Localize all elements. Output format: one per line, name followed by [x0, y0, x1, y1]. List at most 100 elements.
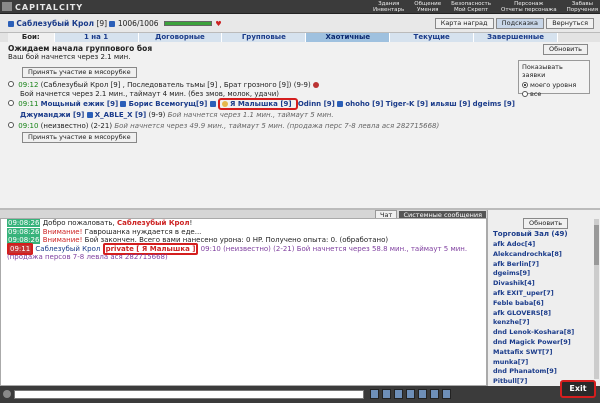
nav-item[interactable]: Мой Скрепт: [451, 7, 491, 13]
room-title: Торговый Зал (49): [493, 230, 568, 238]
nav-item[interactable]: Отчеты персонажа: [501, 7, 557, 13]
tab-chaotic[interactable]: Хаотичные: [306, 33, 391, 42]
rewards-map-button[interactable]: Карта наград: [434, 18, 494, 29]
skull-icon: [312, 82, 319, 88]
player-link[interactable]: Джуманджи [9]: [20, 111, 84, 119]
chat-input[interactable]: [14, 390, 364, 399]
player-link[interactable]: Борис Всемогущ[9]: [129, 100, 208, 108]
user-scrollbar[interactable]: [594, 219, 599, 379]
user-row[interactable]: dnd Phanatom[9]: [493, 367, 591, 377]
highlighted-player[interactable]: Я Малышка [9]: [217, 98, 298, 110]
clear-icon[interactable]: [382, 389, 391, 399]
main-content: Ожидаем начала группового боя Ваш бой на…: [0, 42, 600, 210]
user-row[interactable]: afk GLOVERS[8]: [493, 309, 591, 319]
player-link[interactable]: Odinn [9]: [298, 100, 335, 108]
nav-item[interactable]: Инвентарь: [373, 7, 404, 13]
player-link[interactable]: Мощьный ежик [9]: [41, 100, 119, 108]
player-hp: 1006/1006: [117, 19, 159, 28]
join-button-wrap-2: Принять участие в мясорубке: [22, 132, 137, 143]
user-row[interactable]: Alekcandrochka[8]: [493, 250, 591, 260]
user-row[interactable]: Mattafix SWT[7]: [493, 348, 591, 358]
sound-icon[interactable]: [406, 389, 415, 399]
clan-icon: [221, 101, 228, 107]
user-refresh-wrap: Обновить: [523, 218, 569, 229]
chat-line: 09:08:26 Добро пожаловать, Саблезубый Кр…: [7, 219, 193, 227]
battle-request[interactable]: 09:12 (Саблезубый Крол [9] , Последовате…: [8, 81, 319, 90]
scroll-thumb[interactable]: [594, 225, 599, 265]
user-row[interactable]: afk Adoc[4]: [493, 240, 591, 250]
user-row[interactable]: dnd Lenok-Koshara[8]: [493, 328, 591, 338]
player-link[interactable]: dgeims [9]: [473, 100, 515, 108]
user-row[interactable]: Feble baba[6]: [493, 299, 591, 309]
filter-icon[interactable]: [394, 389, 403, 399]
tab-current[interactable]: Текущие: [390, 33, 475, 42]
user-row[interactable]: afk Berlin[7]: [493, 260, 591, 270]
await-title: Ожидаем начала группового боя: [8, 44, 153, 53]
info-icon[interactable]: [8, 21, 14, 27]
user-list: afk Adoc[4] Alekcandrochka[8] afk Berlin…: [493, 240, 591, 387]
join-button[interactable]: Принять участие в мясорубке: [22, 67, 137, 78]
info-icon[interactable]: [120, 101, 127, 107]
tab-finished[interactable]: Завершенные: [474, 33, 559, 42]
user-refresh-button[interactable]: Обновить: [523, 218, 569, 229]
battle-tabs: Бои: 1 на 1 Договорные Групповые Хаотичн…: [8, 33, 559, 42]
player-link[interactable]: ильяш [9]: [430, 100, 470, 108]
nav-item[interactable]: Поручения: [567, 7, 598, 13]
chat-line: 09:08:26 Внимание! Бой закончен. Всего в…: [7, 236, 389, 244]
filter-title: Показывать заявки: [522, 63, 563, 79]
radio-icon[interactable]: [522, 82, 528, 88]
radio-icon[interactable]: [522, 91, 528, 97]
radio-icon[interactable]: [8, 81, 14, 87]
player-name[interactable]: Саблезубый Крол: [16, 19, 94, 28]
player-header: Саблезубый Крол [9] 1006/1006 ♥: [8, 19, 222, 28]
user-row[interactable]: dnd Magick Power[9]: [493, 338, 591, 348]
filter-option-level[interactable]: моего уровня: [522, 81, 586, 89]
options-icon[interactable]: [442, 389, 451, 399]
tab-group[interactable]: Групповые: [222, 33, 307, 42]
radio-icon[interactable]: [8, 100, 14, 106]
return-button[interactable]: Вернуться: [546, 18, 594, 29]
battle-request[interactable]: 09:10 (неизвестно) (2-21) Бой начнется ч…: [8, 122, 439, 131]
settings-icon[interactable]: [3, 390, 11, 398]
player-link[interactable]: ohoho [9]: [345, 100, 383, 108]
tab-label: Бои:: [8, 33, 55, 42]
tab-contract[interactable]: Договорные: [138, 33, 223, 42]
top-bar: CAPITALCITY Здания Общение Безопасность …: [0, 0, 600, 14]
smile-icon[interactable]: [370, 389, 379, 399]
start-text: Ваш бой начнется через 2.1 мин.: [8, 53, 131, 61]
exit-button[interactable]: Exit: [560, 380, 596, 398]
radio-icon[interactable]: [8, 122, 14, 128]
history-icon[interactable]: [430, 389, 439, 399]
bottom-bar: [0, 386, 600, 403]
hp-bar: [163, 21, 212, 26]
battle-tabs-row: Бои: 1 на 1 Договорные Групповые Хаотичн…: [0, 33, 600, 42]
player-link[interactable]: X_ABLE_X [9]: [95, 111, 147, 119]
user-row[interactable]: dgeims[9]: [493, 269, 591, 279]
refresh-button[interactable]: Обновить: [542, 44, 588, 55]
translate-icon[interactable]: [418, 389, 427, 399]
player-level: [9]: [96, 19, 108, 28]
nav-item[interactable]: Умения: [414, 7, 441, 13]
refresh-button-wrap: Обновить: [542, 44, 588, 55]
player-link[interactable]: Tiger-K [9]: [386, 100, 428, 108]
heart-icon: ♥: [215, 20, 222, 28]
top-buttons: Карта наград Подсказка Вернуться: [434, 18, 594, 29]
tab-1v1[interactable]: 1 на 1: [54, 33, 139, 42]
battle-request[interactable]: 09:11 Мощьный ежик [9] Борис Всемогущ[9]…: [8, 98, 515, 110]
info-icon[interactable]: [209, 101, 216, 107]
user-row[interactable]: afk EXIT_uper[7]: [493, 289, 591, 299]
filter-option-all[interactable]: все: [522, 90, 586, 98]
info-icon[interactable]: [86, 112, 93, 118]
chat-area[interactable]: 09:08:26 Добро пожаловать, Саблезубый Кр…: [0, 218, 487, 386]
info-icon[interactable]: [337, 101, 344, 107]
user-row[interactable]: munka[7]: [493, 358, 591, 368]
join-button-wrap: Принять участие в мясорубке: [22, 67, 137, 78]
chat-line: 09:08:26 Внимание! Гаврошанка нуждается …: [7, 227, 202, 236]
user-row[interactable]: Divashik[4]: [493, 279, 591, 289]
info-icon[interactable]: [109, 21, 116, 27]
user-row[interactable]: kenzhe[7]: [493, 318, 591, 328]
user-panel: Обновить Торговый Зал (49) afk Adoc[4] A…: [487, 210, 600, 386]
join-button[interactable]: Принять участие в мясорубке: [22, 132, 137, 143]
hint-button[interactable]: Подсказка: [495, 18, 544, 29]
top-nav: Здания Общение Безопасность Персонаж Заб…: [373, 1, 598, 13]
